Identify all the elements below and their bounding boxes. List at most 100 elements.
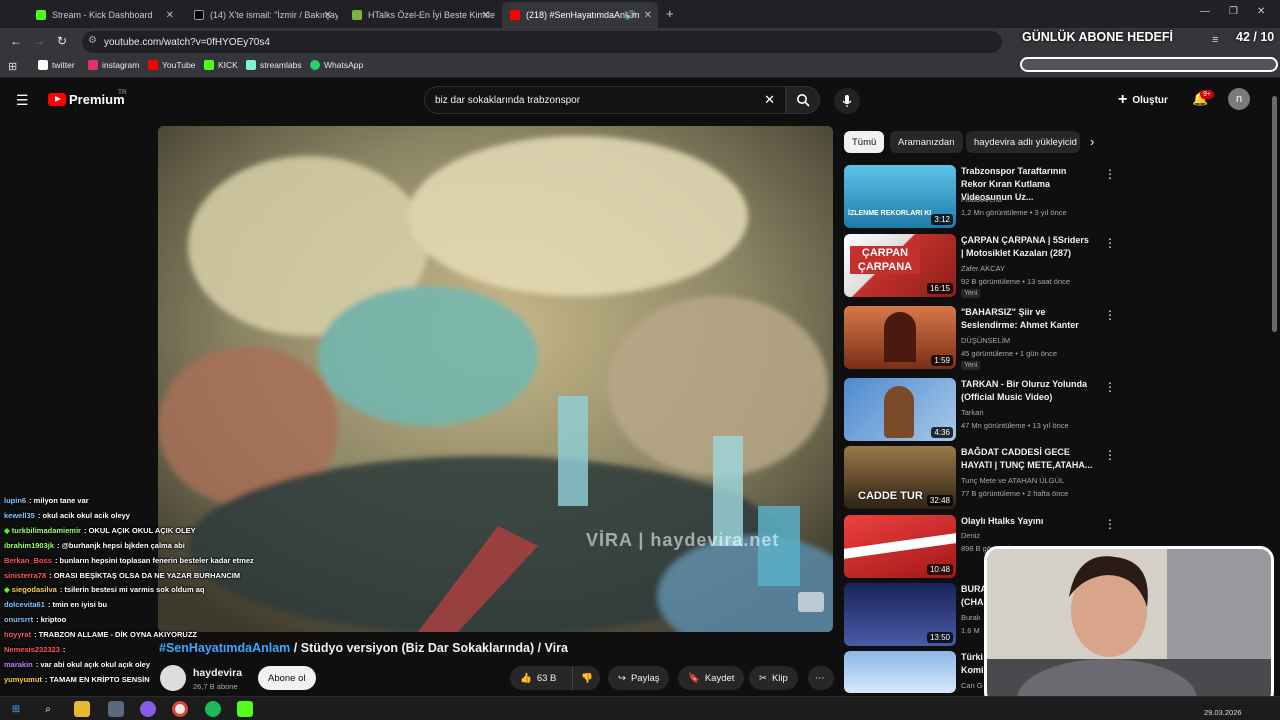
video-thumbnail[interactable]: İZLENME REKORLARI KI 3:12 [844,165,956,228]
search-icon[interactable]: ⌕ [40,701,56,717]
app-icon[interactable] [108,701,124,717]
channel-watermark-icon[interactable] [798,592,824,612]
video-title[interactable]: ÇARPAN ÇARPANA | 5Sriders | Motosiklet K… [961,234,1093,260]
account-avatar[interactable]: n [1228,88,1250,110]
video-title[interactable]: BAĞDAT CADDESİ GECE HAYATI | TUNÇ METE,A… [961,446,1093,472]
video-thumbnail[interactable]: ÇARPAN ÇARPANA 16:15 [844,234,956,297]
x-icon [194,10,204,20]
video-thumbnail[interactable]: 4:36 [844,378,956,441]
close-icon[interactable]: ✕ [166,10,174,21]
video-thumbnail[interactable]: 10:48 [844,515,956,578]
window-close-icon[interactable]: ✕ [1257,6,1265,17]
dislike-button[interactable]: 👎 [572,666,600,690]
video-title[interactable]: BURA (CHA [961,583,987,609]
search-input[interactable]: biz dar sokaklarında trabzonspor ✕ [424,86,786,114]
new-tab-icon[interactable]: + [666,6,674,21]
video-thumbnail[interactable] [844,651,956,693]
more-options-icon[interactable]: ⋮ [1104,517,1116,531]
channel-name[interactable]: Zafer AKCAY [961,264,1005,273]
more-options-icon[interactable]: ⋮ [1104,308,1116,322]
recommendation-item[interactable]: 4:36 TARKAN - Bir Oluruz Yolunda (Offici… [844,378,1116,442]
close-icon[interactable]: ✕ [644,10,652,21]
search-button[interactable] [786,86,820,114]
like-button[interactable]: 👍 63 B [510,666,572,690]
channel-name[interactable]: Deniz [961,531,980,540]
bookmark-streamlabs[interactable]: streamlabs [246,60,302,70]
video-thumbnail[interactable]: 1:59 [844,306,956,369]
spotify-icon[interactable] [205,701,221,717]
video-title[interactable]: "BAHARSIZ" Şiir ve Seslendirme: Ahmet Ka… [961,306,1093,332]
chevron-right-icon[interactable]: › [1090,134,1094,149]
video-meta: 77 B görüntüleme • 2 hafta önce [961,489,1069,498]
youtube-logo-icon[interactable] [48,93,66,106]
video-thumbnail[interactable]: CADDE TUR 32:48 [844,446,956,509]
channel-name[interactable]: Tarkan [961,408,984,417]
hamburger-menu-icon[interactable]: ☰ [16,92,29,109]
chip-all[interactable]: Tümü [844,131,885,153]
close-icon[interactable]: ✕ [324,10,332,21]
video-hashtag-link[interactable]: #SenHayatımdaAnlam [159,641,290,655]
back-icon[interactable]: ← [10,34,22,48]
bookmark-label: YouTube [162,60,196,70]
page-scrollbar[interactable] [1272,96,1277,332]
chip-from-search[interactable]: Aramanızdan [890,131,963,153]
reload-icon[interactable]: ↻ [57,34,67,48]
bookmark-youtube[interactable]: YouTube [148,60,195,70]
create-button[interactable]: + Oluştur [1118,88,1168,112]
recommendation-item[interactable]: İZLENME REKORLARI KI 3:12 Trabzonspor Ta… [844,165,1116,229]
channel-avatar[interactable] [160,665,186,691]
more-options-icon[interactable]: ⋮ [1104,448,1116,462]
kick-app-icon[interactable] [237,701,253,717]
channel-name[interactable]: Burak [961,613,981,622]
channel-name[interactable]: FutbolArena [961,195,1002,204]
video-thumbnail[interactable]: 13:50 [844,583,956,646]
file-explorer-icon[interactable] [74,701,90,717]
bookmark-instagram[interactable]: instagram [88,60,139,70]
more-options-icon[interactable]: ⋮ [1104,236,1116,250]
video-title[interactable]: Olaylı Htalks Yayını [961,515,1093,528]
more-options-icon[interactable]: ⋮ [1104,167,1116,181]
channel-name[interactable]: haydevira [193,667,242,679]
tab-x-post[interactable]: (14) X'te ismail: "İzmir / Bakırçay ✕ [186,2,338,28]
channel-name[interactable]: Can G [961,681,983,690]
more-options-icon[interactable]: ⋮ [1104,380,1116,394]
recommendation-item[interactable]: 1:59 "BAHARSIZ" Şiir ve Seslendirme: Ahm… [844,306,1116,370]
voice-search-button[interactable] [834,88,860,114]
apps-grid-icon[interactable]: ⊞ [8,60,17,73]
site-info-icon[interactable]: ⚙ [88,35,97,46]
save-button[interactable]: 🔖 Kaydet [678,666,745,690]
youtube-premium-logo[interactable]: Premium [69,92,125,107]
video-title[interactable]: TARKAN - Bir Oluruz Yolunda (Official Mu… [961,378,1093,404]
tab-youtube-active[interactable]: (218) #SenHayatımdaAnlam 🔊 ✕ [502,2,658,28]
video-player[interactable]: VİRA | haydevira.net [158,126,833,632]
subscribe-button[interactable]: Abone ol [258,666,316,690]
kick-icon [204,60,214,70]
reading-list-icon[interactable]: ≡ [1212,34,1218,46]
address-bar[interactable]: ⚙ youtube.com/watch?v=0fHYOEy70s4 [82,31,1002,53]
maximize-icon[interactable]: ❐ [1229,6,1238,17]
windows-start-icon[interactable]: ⊞ [8,701,24,717]
obs-icon[interactable] [140,701,156,717]
recommendation-item[interactable]: ÇARPAN ÇARPANA 16:15 ÇARPAN ÇARPANA | 5S… [844,234,1116,298]
speaker-icon[interactable]: 🔊 [625,10,636,21]
tab-htalks[interactable]: HTalks Özel-En İyi Beste Kimde ✕ [344,2,496,28]
bookmark-kick[interactable]: KICK [204,60,238,70]
forward-icon[interactable]: → [33,34,45,48]
close-icon[interactable]: ✕ [482,10,490,21]
plus-icon: + [1118,91,1128,108]
minimize-icon[interactable]: — [1200,6,1210,17]
chip-from-uploader[interactable]: haydevira adlı yükleyicid [966,131,1080,153]
clip-label: Klip [771,672,788,684]
more-actions-button[interactable]: ⋯ [808,666,834,690]
clip-button[interactable]: ✂ Klip [749,666,798,690]
channel-name[interactable]: DÜŞÜNSELİM [961,336,1010,345]
bookmark-whatsapp[interactable]: WhatsApp [310,60,363,70]
clear-search-icon[interactable]: ✕ [764,92,775,108]
recommendation-item[interactable]: CADDE TUR 32:48 BAĞDAT CADDESİ GECE HAYA… [844,446,1116,510]
chrome-icon[interactable] [172,701,188,717]
stripe-graphic [844,533,956,559]
channel-name[interactable]: Tunç Mete ve ATAHAN ÜLGÜL [961,476,1064,485]
share-button[interactable]: ↪ Paylaş [608,666,670,690]
tab-kick-dashboard[interactable]: Stream - Kick Dashboard ✕ [28,2,180,28]
bookmark-twitter[interactable]: twitter [38,60,75,70]
